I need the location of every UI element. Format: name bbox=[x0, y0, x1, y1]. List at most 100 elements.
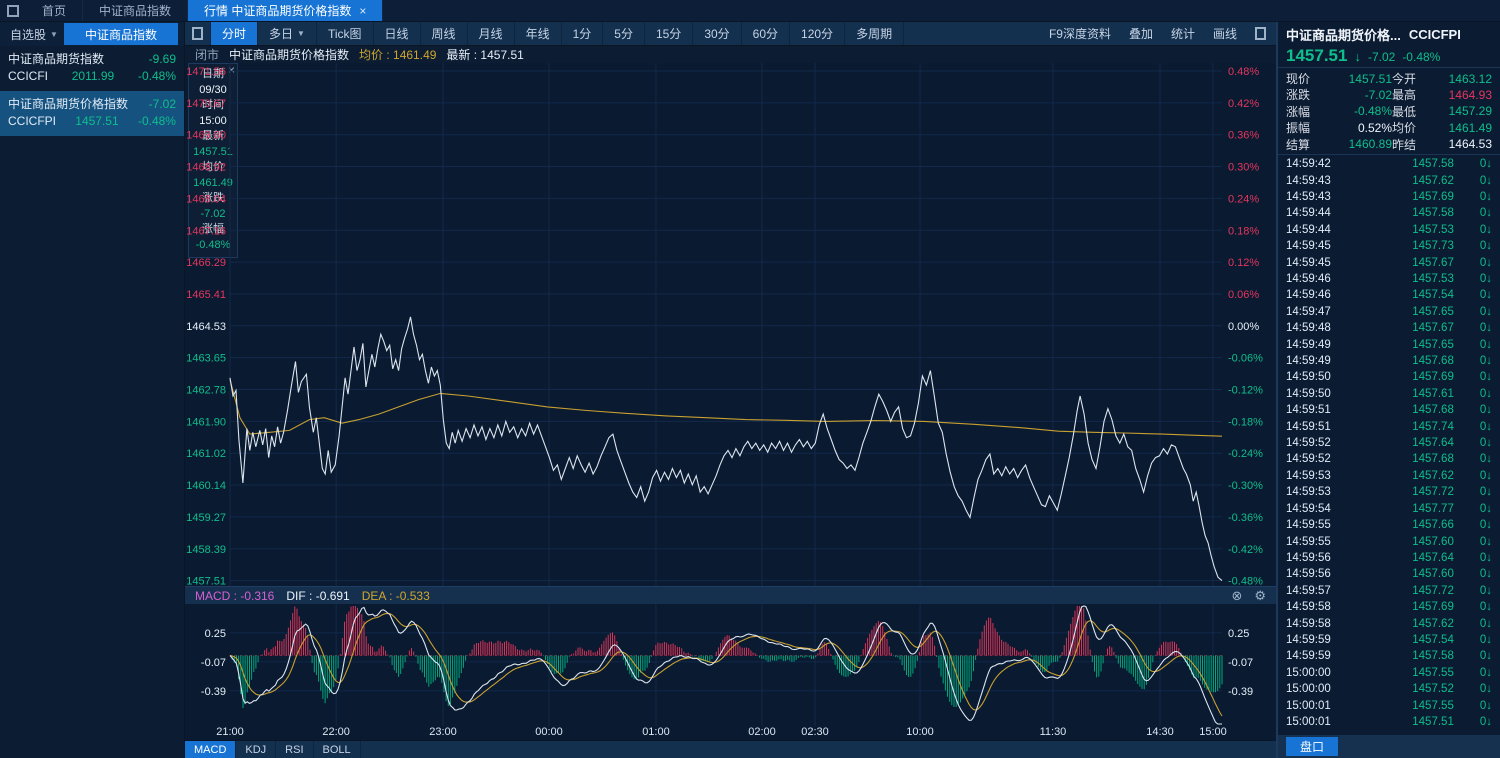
arrow-down-icon: ↓ bbox=[1486, 322, 1492, 334]
toolbar-tool-button[interactable]: 叠加 bbox=[1129, 25, 1153, 42]
tick-row[interactable]: 14:59:461457.530↓ bbox=[1278, 271, 1500, 287]
tick-row[interactable]: 14:59:551457.600↓ bbox=[1278, 533, 1500, 549]
tick-row[interactable]: 14:59:431457.620↓ bbox=[1278, 172, 1500, 188]
period-button[interactable]: 多周期 bbox=[845, 22, 904, 45]
y-axis-pct-label: -0.24% bbox=[1228, 448, 1263, 460]
indicator-close-icon[interactable]: ⊗ bbox=[1231, 589, 1242, 602]
top-tab[interactable]: 行情 中证商品期货价格指数× bbox=[188, 0, 383, 21]
y-axis-pct-label: 0.30% bbox=[1228, 162, 1259, 174]
tick-row[interactable]: 14:59:511457.680↓ bbox=[1278, 402, 1500, 418]
tick-list[interactable]: 14:59:421457.580↓14:59:431457.620↓14:59:… bbox=[1278, 155, 1500, 735]
indicator-tab[interactable]: MACD bbox=[185, 741, 236, 758]
quote-row: 结算1460.89昨结1464.53 bbox=[1278, 136, 1500, 152]
tick-price: 1457.66 bbox=[1348, 519, 1480, 531]
tick-row[interactable]: 14:59:531457.620↓ bbox=[1278, 468, 1500, 484]
period-button[interactable]: 日线 bbox=[374, 22, 421, 45]
period-button[interactable]: Tick图 bbox=[317, 22, 374, 45]
top-tab[interactable]: 首页 bbox=[26, 0, 83, 21]
period-button-label: 多周期 bbox=[856, 25, 892, 42]
tick-row[interactable]: 14:59:491457.650↓ bbox=[1278, 336, 1500, 352]
tick-row[interactable]: 14:59:551457.660↓ bbox=[1278, 517, 1500, 533]
top-tab[interactable]: 中证商品指数 bbox=[83, 0, 188, 21]
tick-row[interactable]: 14:59:561457.600↓ bbox=[1278, 566, 1500, 582]
period-button[interactable]: 月线 bbox=[468, 22, 515, 45]
toolbar-tool-button[interactable]: 统计 bbox=[1171, 25, 1195, 42]
period-button[interactable]: 120分 bbox=[790, 22, 845, 45]
tick-row[interactable]: 14:59:431457.690↓ bbox=[1278, 189, 1500, 205]
watchlist-item[interactable]: 中证商品期货指数-9.69CCICFI2011.99-0.48% bbox=[0, 46, 184, 91]
period-button[interactable]: 30分 bbox=[693, 22, 741, 45]
tick-row[interactable]: 14:59:451457.670↓ bbox=[1278, 254, 1500, 270]
order-book-tab[interactable]: 盘口 bbox=[1286, 737, 1338, 756]
tick-row[interactable]: 14:59:531457.720↓ bbox=[1278, 484, 1500, 500]
tick-row[interactable]: 14:59:581457.690↓ bbox=[1278, 599, 1500, 615]
indicator-tab[interactable]: KDJ bbox=[236, 741, 276, 758]
tick-row[interactable]: 14:59:441457.530↓ bbox=[1278, 222, 1500, 238]
tick-time: 14:59:43 bbox=[1286, 175, 1348, 187]
period-button[interactable]: 分时 bbox=[211, 22, 258, 45]
tick-row[interactable]: 14:59:571457.720↓ bbox=[1278, 583, 1500, 599]
period-button-label: 月线 bbox=[479, 25, 503, 42]
tick-row[interactable]: 14:59:511457.740↓ bbox=[1278, 418, 1500, 434]
quote-label: 现价 bbox=[1286, 70, 1326, 87]
chart-header: 闭市 中证商品期货价格指数 均价 : 1461.49 最新 : 1457.51 bbox=[185, 46, 1276, 63]
tick-row[interactable]: 15:00:001457.520↓ bbox=[1278, 681, 1500, 697]
arrow-down-icon: ↓ bbox=[1486, 536, 1492, 548]
app-icon[interactable] bbox=[0, 0, 26, 21]
tick-price: 1457.60 bbox=[1348, 568, 1480, 580]
period-button[interactable]: 1分 bbox=[562, 22, 604, 45]
tick-price: 1457.65 bbox=[1348, 339, 1480, 351]
tick-volume: 0↓ bbox=[1480, 650, 1492, 662]
layout-icon[interactable] bbox=[185, 22, 211, 45]
tick-row[interactable]: 14:59:451457.730↓ bbox=[1278, 238, 1500, 254]
tick-volume: 0↓ bbox=[1480, 306, 1492, 318]
indicator-tab[interactable]: RSI bbox=[276, 741, 313, 758]
y-axis-price-label: 1461.90 bbox=[186, 416, 226, 428]
watchlist-header: 自选股 ▼ 中证商品指数 bbox=[0, 22, 184, 46]
tick-row[interactable]: 14:59:461457.540↓ bbox=[1278, 287, 1500, 303]
indicator-tab[interactable]: BOLL bbox=[314, 741, 361, 758]
price-chart-svg: 1471.561470.671469.801468.921468.041467.… bbox=[185, 63, 1276, 586]
tick-row[interactable]: 14:59:421457.580↓ bbox=[1278, 156, 1500, 172]
quote-label: 振幅 bbox=[1286, 119, 1326, 136]
indicator-settings-icon[interactable]: ⚙ bbox=[1254, 589, 1266, 602]
macd-axis-label: -0.39 bbox=[201, 686, 226, 698]
toolbar-tool-button[interactable]: F9深度资料 bbox=[1049, 25, 1111, 42]
y-axis-price-label: 1465.41 bbox=[186, 289, 226, 301]
period-button[interactable]: 5分 bbox=[603, 22, 645, 45]
tick-row[interactable]: 15:00:011457.510↓ bbox=[1278, 714, 1500, 730]
tick-row[interactable]: 14:59:501457.690↓ bbox=[1278, 369, 1500, 385]
tick-row[interactable]: 15:00:011457.550↓ bbox=[1278, 697, 1500, 713]
watchlist-group-dropdown[interactable]: 自选股 ▼ bbox=[0, 26, 64, 43]
tick-row[interactable]: 14:59:521457.640↓ bbox=[1278, 435, 1500, 451]
tick-row[interactable]: 14:59:581457.620↓ bbox=[1278, 615, 1500, 631]
intraday-price-chart[interactable]: × 日期09/30时间15:00最新1457.51均价1461.49涨跌-7.0… bbox=[185, 63, 1276, 586]
expand-icon[interactable] bbox=[1255, 27, 1266, 40]
tick-row[interactable]: 14:59:481457.670↓ bbox=[1278, 320, 1500, 336]
watchlist-item[interactable]: 中证商品期货价格指数-7.02CCICFPI1457.51-0.48% bbox=[0, 91, 184, 136]
tick-row[interactable]: 14:59:591457.540↓ bbox=[1278, 632, 1500, 648]
tick-row[interactable]: 14:59:491457.680↓ bbox=[1278, 353, 1500, 369]
tab-close-icon[interactable]: × bbox=[359, 4, 366, 18]
instrument-price: 1457.51 bbox=[75, 113, 118, 130]
period-button[interactable]: 年线 bbox=[515, 22, 562, 45]
period-button[interactable]: 多日▼ bbox=[258, 22, 317, 45]
macd-indicator-chart[interactable]: 0.250.25-0.07-0.07-0.39-0.39 bbox=[185, 604, 1276, 726]
tick-volume: 0↓ bbox=[1480, 289, 1492, 301]
period-button[interactable]: 15分 bbox=[645, 22, 693, 45]
y-axis-pct-label: 0.48% bbox=[1228, 66, 1259, 78]
tick-row[interactable]: 14:59:471457.650↓ bbox=[1278, 304, 1500, 320]
toolbar-tool-button[interactable]: 画线 bbox=[1213, 25, 1237, 42]
period-button[interactable]: 60分 bbox=[742, 22, 790, 45]
tick-row[interactable]: 15:00:001457.550↓ bbox=[1278, 665, 1500, 681]
tick-row[interactable]: 14:59:501457.610↓ bbox=[1278, 386, 1500, 402]
tick-row[interactable]: 14:59:591457.580↓ bbox=[1278, 648, 1500, 664]
watchlist-group-active-button[interactable]: 中证商品指数 bbox=[64, 23, 178, 45]
tick-row[interactable]: 14:59:441457.580↓ bbox=[1278, 205, 1500, 221]
y-axis-price-label: 1458.39 bbox=[186, 544, 226, 556]
period-button[interactable]: 周线 bbox=[421, 22, 468, 45]
macd-axis-label: -0.07 bbox=[1228, 657, 1253, 669]
tick-row[interactable]: 14:59:521457.680↓ bbox=[1278, 451, 1500, 467]
tick-row[interactable]: 14:59:541457.770↓ bbox=[1278, 500, 1500, 516]
tick-row[interactable]: 14:59:561457.640↓ bbox=[1278, 550, 1500, 566]
